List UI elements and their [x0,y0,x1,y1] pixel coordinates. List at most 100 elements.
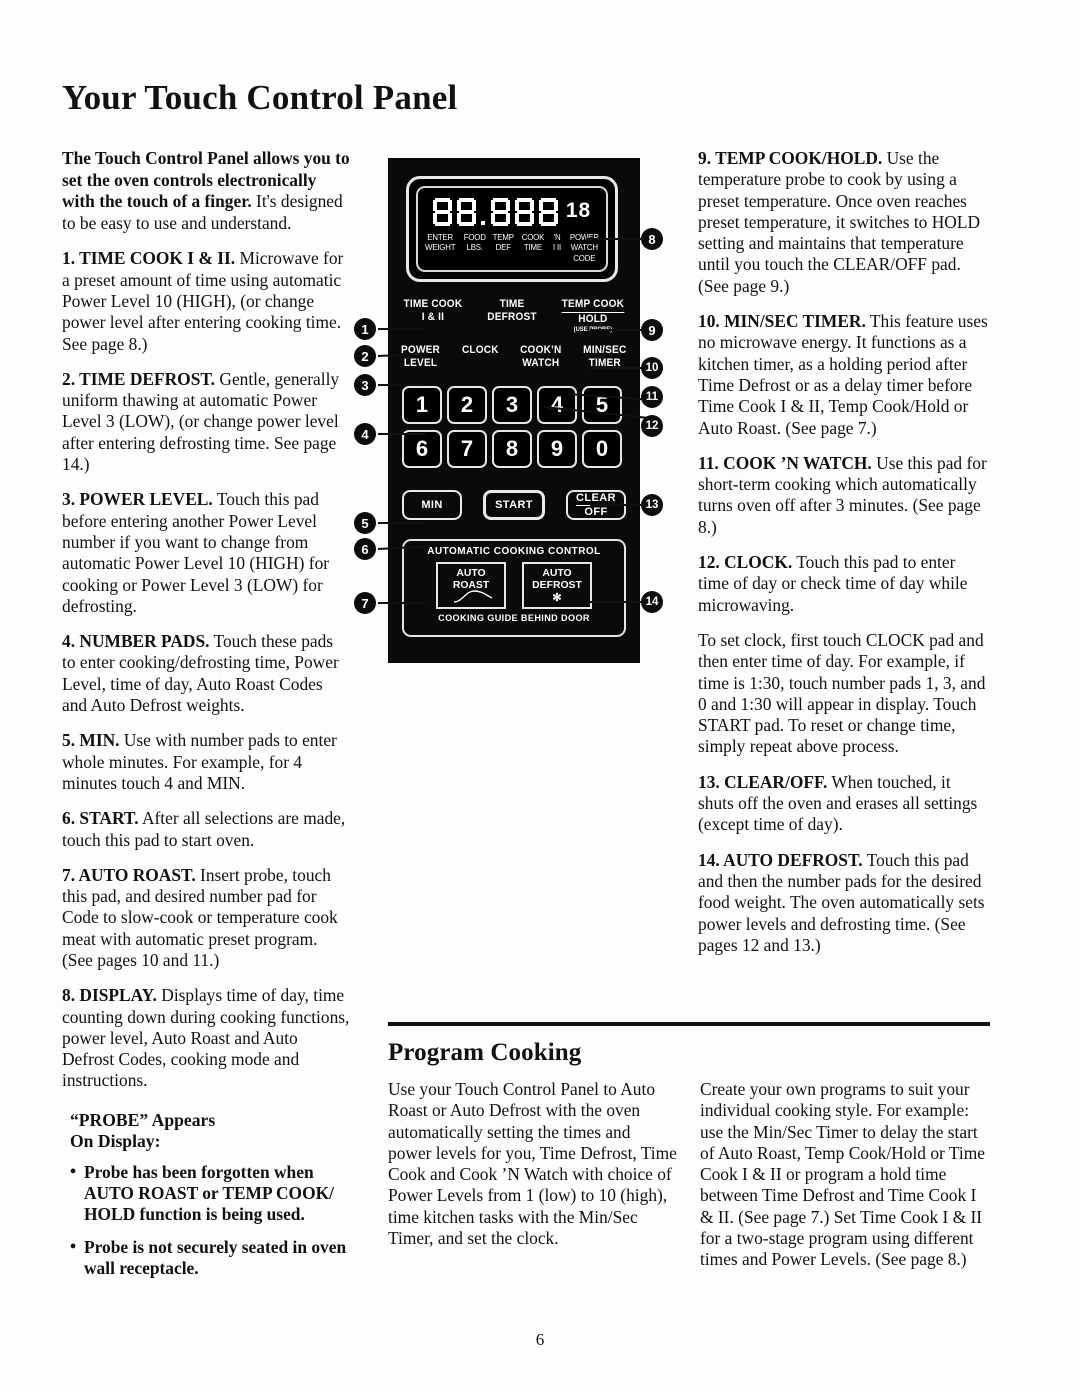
callout-12: 12 [641,415,663,437]
auto-roast-pad[interactable]: AUTO ROAST [436,562,506,609]
leader-line-10 [590,367,644,369]
key-7[interactable]: 7 [447,430,487,468]
item-8-heading: 8. DISPLAY. [62,985,157,1006]
seven-segment-digit [490,198,510,226]
keypad-row-1: 1 2 3 4 5 [402,386,626,424]
bullet-icon: • [70,1235,77,1256]
number-keypad: 1 2 3 4 5 6 7 8 9 0 [402,386,626,474]
callout-14: 14 [641,591,663,613]
seven-segment-digit [514,198,534,226]
item-13-heading: 13. CLEAR/OFF. [698,771,828,792]
display-label-enter-weight: ENTER WEIGHT [424,232,456,253]
item-8: 8. DISPLAY. Displays time of day, time c… [62,985,350,1091]
item-3: 3. POWER LEVEL. Touch this pad before en… [62,489,350,617]
display-label-n-i-ii: ’N I II [553,232,562,253]
decimal-point-icon [480,198,486,226]
leader-line-9 [590,329,644,331]
seven-segment-digit [538,198,558,226]
item-2: 2. TIME DEFROST. Gentle, generally unifo… [62,369,350,475]
manual-page: Your Touch Control Panel The Touch Contr… [0,0,1080,1390]
item-10: 10. MIN/SEC TIMER. This feature uses no … [698,311,990,439]
seven-segment-digit [456,198,476,226]
page-number: 6 [535,1330,545,1349]
auto-defrost-pad[interactable]: AUTO DEFROST ✻ [522,562,592,609]
pad-time-cook[interactable]: TIME COOK I & II [404,298,463,324]
item-4-heading: 4. NUMBER PADS. [62,631,210,652]
item-9-body: Use the temperature probe to cook by usi… [698,148,981,296]
section-divider [388,1022,990,1026]
key-4[interactable]: 4 [537,386,577,424]
left-column: The Touch Control Panel allows you to se… [62,148,350,1290]
leader-line-3 [378,384,424,386]
program-cooking-title: Program Cooking [388,1039,582,1066]
key-6[interactable]: 6 [402,430,442,468]
probe-bullet-1: • Probe has been forgotten when AUTO ROAS… [70,1160,334,1225]
min-button[interactable]: MIN [402,490,462,520]
leader-line-8 [586,238,644,240]
callout-7: 7 [354,592,376,614]
item-13: 13. CLEAR/OFF. When touched, it shuts of… [698,772,990,836]
item-1-heading: 1. TIME COOK I & II. [62,248,236,269]
program-paragraph-1: Use your Touch Control Panel to Auto Roa… [388,1079,677,1249]
callout-10: 10 [641,357,663,379]
callout-1: 1 [354,318,376,340]
leader-line-13 [590,504,644,506]
item-2-heading: 2. TIME DEFROST. [62,368,216,389]
key-9[interactable]: 9 [537,430,577,468]
leader-line-14 [590,601,644,603]
key-8[interactable]: 8 [492,430,532,468]
probe-heading-line1: “PROBE” Appears [70,1109,216,1130]
bullet-icon: • [70,1160,77,1181]
right-column: 9. TEMP COOK/HOLD. Use the temperature p… [698,148,990,970]
clock-detail-paragraph: To set clock, first touch CLOCK pad and … [698,629,986,757]
item-6: 6. START. After all selections are made,… [62,808,350,851]
callout-9: 9 [641,319,663,341]
item-9: 9. TEMP COOK/HOLD. Use the temperature p… [698,148,990,297]
page-title: Your Touch Control Panel [62,78,458,117]
intro-paragraph: The Touch Control Panel allows you to se… [62,148,350,234]
control-panel-photo: 18 ENTER WEIGHT FOOD LBS. TEMP DEF COOK … [388,158,640,663]
key-1[interactable]: 1 [402,386,442,424]
program-column-2: Create your own programs to suit your in… [700,1079,990,1271]
display-label-food-lbs: FOOD LBS. [463,232,486,253]
keypad-row-2: 6 7 8 9 0 [402,430,626,468]
pad-time-defrost[interactable]: TIME DEFROST [487,298,536,324]
probe-heading: “PROBE” Appears On Display: [70,1110,348,1153]
display-label-row: ENTER WEIGHT FOOD LBS. TEMP DEF COOK TIM… [424,232,600,263]
leader-line-4 [378,433,426,435]
pad-cook-n-watch[interactable]: COOK’N WATCH [520,344,561,370]
callout-8: 8 [641,228,663,250]
item-11: 11. COOK ’N WATCH. Use this pad for shor… [698,453,990,538]
callout-4: 4 [354,423,376,445]
probe-appears-block: “PROBE” Appears On Display: • Probe has b… [70,1110,348,1279]
item-9-heading: 9. TEMP COOK/HOLD. [698,148,883,168]
callout-6: 6 [354,538,376,560]
display-label-cook-time: COOK TIME [521,232,545,253]
key-3[interactable]: 3 [492,386,532,424]
item-14-heading: 14. AUTO DEFROST. [698,849,863,870]
key-0[interactable]: 0 [582,430,622,468]
pad-clock[interactable]: CLOCK [462,344,499,357]
start-button[interactable]: START [483,490,545,520]
key-5[interactable]: 5 [582,386,622,424]
item-14: 14. AUTO DEFROST. Touch this pad and the… [698,850,990,956]
leader-line-1 [378,328,422,330]
program-column-1: Use your Touch Control Panel to Auto Roa… [388,1079,678,1271]
item-6-heading: 6. START. [62,808,139,829]
leader-line-7 [378,602,426,604]
seven-segment-digit [432,198,452,226]
item-3-heading: 3. POWER LEVEL. [62,489,213,510]
display-label-power-watch-code: POWER WATCH CODE [570,232,600,263]
item-4: 4. NUMBER PADS. Touch these pads to ente… [62,631,350,716]
pad-power-level[interactable]: POWER LEVEL [401,344,440,370]
item-12: 12. CLOCK. Touch this pad to enter time … [698,552,990,616]
key-2[interactable]: 2 [447,386,487,424]
item-7: 7. AUTO ROAST. Insert probe, touch this … [62,865,350,971]
item-12-heading: 12. CLOCK. [698,552,793,573]
auto-cooking-footer: COOKING GUIDE BEHIND DOOR [438,613,590,624]
probe-heading-line2: On Display: [70,1131,161,1152]
program-paragraph-2: Create your own programs to suit your in… [700,1079,985,1270]
item-1: 1. TIME COOK I & II. Microwave for a pre… [62,248,350,354]
program-cooking-columns: Use your Touch Control Panel to Auto Roa… [388,1079,990,1271]
callout-5: 5 [354,512,376,534]
